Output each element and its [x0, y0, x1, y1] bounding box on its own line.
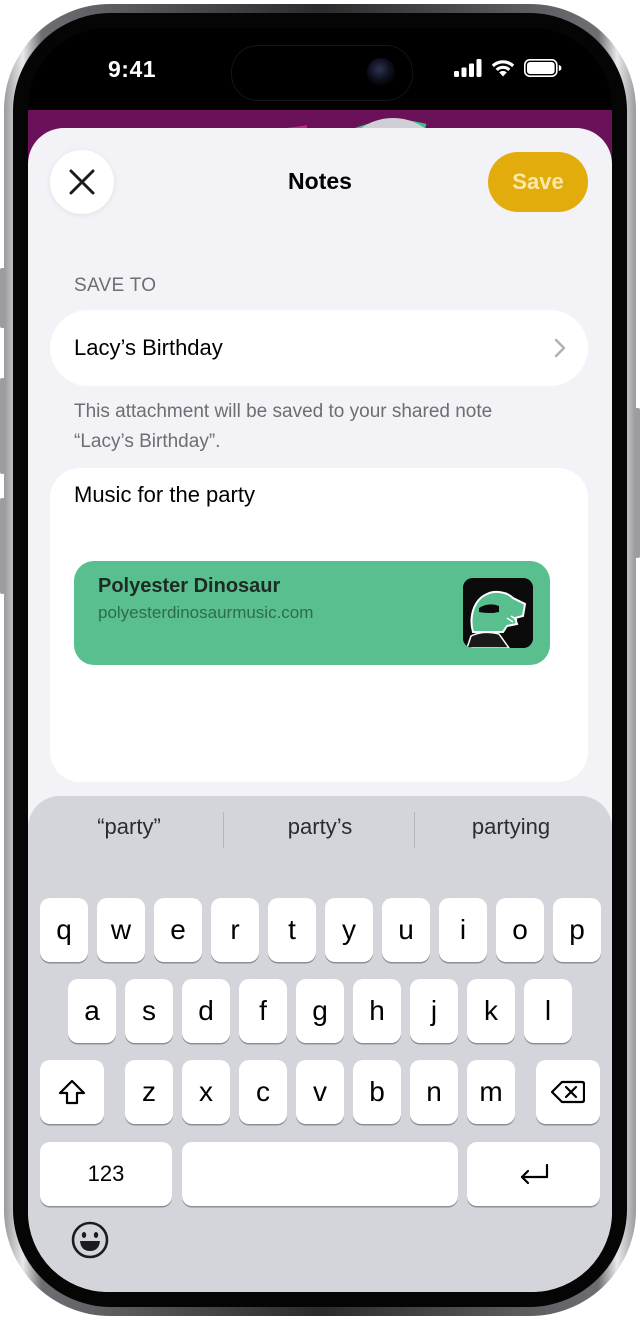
save-button[interactable]: Save — [488, 152, 588, 212]
delete-backspace-icon — [551, 1080, 585, 1104]
key-w[interactable]: w — [97, 898, 145, 962]
save-to-section-label: SAVE TO — [74, 275, 157, 296]
suggestion-2[interactable]: party’s — [225, 814, 415, 840]
suggestion-1[interactable]: “party” — [34, 814, 224, 840]
wifi-icon — [491, 60, 515, 77]
link-preview-title: Polyester Dinosaur — [98, 575, 281, 597]
dinosaur-thumbnail-icon — [463, 578, 533, 648]
key-f[interactable]: f — [239, 979, 287, 1043]
key-r[interactable]: r — [211, 898, 259, 962]
note-text[interactable]: Music for the party — [74, 482, 255, 508]
key-h[interactable]: h — [353, 979, 401, 1043]
return-icon — [520, 1163, 548, 1185]
key-x[interactable]: x — [182, 1060, 230, 1124]
key-g[interactable]: g — [296, 979, 344, 1043]
suggestion-divider — [414, 812, 415, 848]
status-time: 9:41 — [108, 56, 157, 82]
status-bar: 9:41 — [28, 28, 612, 124]
shift-icon — [58, 1079, 86, 1105]
screen: 9:41 Notes Save SAVE TO Lacy’s Birthday … — [28, 28, 612, 1292]
key-l[interactable]: l — [524, 979, 572, 1043]
key-s[interactable]: s — [125, 979, 173, 1043]
link-preview-url: polyesterdinosaurmusic.com — [98, 603, 314, 622]
volume-up-button — [0, 378, 5, 474]
battery-icon — [524, 58, 562, 77]
key-z[interactable]: z — [125, 1060, 173, 1124]
numbers-key[interactable]: 123 — [40, 1142, 172, 1206]
key-c[interactable]: c — [239, 1060, 287, 1124]
key-d[interactable]: d — [182, 979, 230, 1043]
delete-key[interactable] — [536, 1060, 600, 1124]
side-button — [635, 408, 640, 558]
key-n[interactable]: n — [410, 1060, 458, 1124]
key-b[interactable]: b — [353, 1060, 401, 1124]
key-m[interactable]: m — [467, 1060, 515, 1124]
keyboard: “party” party’s partying q w e r t y u i… — [28, 796, 612, 1292]
key-t[interactable]: t — [268, 898, 316, 962]
key-k[interactable]: k — [467, 979, 515, 1043]
key-j[interactable]: j — [410, 979, 458, 1043]
destination-note-label: Lacy’s Birthday — [74, 335, 223, 360]
key-a[interactable]: a — [68, 979, 116, 1043]
suggestion-3[interactable]: partying — [416, 814, 606, 840]
chevron-right-icon — [554, 338, 566, 358]
key-v[interactable]: v — [296, 1060, 344, 1124]
key-u[interactable]: u — [382, 898, 430, 962]
volume-down-button — [0, 498, 5, 594]
key-q[interactable]: q — [40, 898, 88, 962]
suggestion-divider — [223, 812, 224, 848]
emoji-key[interactable] — [68, 1218, 112, 1262]
key-p[interactable]: p — [553, 898, 601, 962]
destination-note-row[interactable]: Lacy’s Birthday — [50, 310, 588, 386]
emoji-icon — [71, 1221, 109, 1259]
space-bar[interactable] — [182, 1142, 458, 1206]
key-i[interactable]: i — [439, 898, 487, 962]
status-icons — [454, 58, 562, 77]
key-e[interactable]: e — [154, 898, 202, 962]
cellular-signal-icon — [454, 58, 482, 77]
link-preview-card[interactable]: Polyester Dinosaur polyesterdinosaurmusi… — [74, 561, 550, 665]
return-key[interactable] — [467, 1142, 600, 1206]
shared-note-footnote: This attachment will be saved to your sh… — [74, 401, 493, 452]
action-button — [0, 268, 5, 328]
key-o[interactable]: o — [496, 898, 544, 962]
shift-key[interactable] — [40, 1060, 104, 1124]
key-y[interactable]: y — [325, 898, 373, 962]
camera-icon — [367, 58, 395, 86]
note-content-card[interactable]: Music for the party Polyester Dinosaur p… — [50, 468, 588, 782]
